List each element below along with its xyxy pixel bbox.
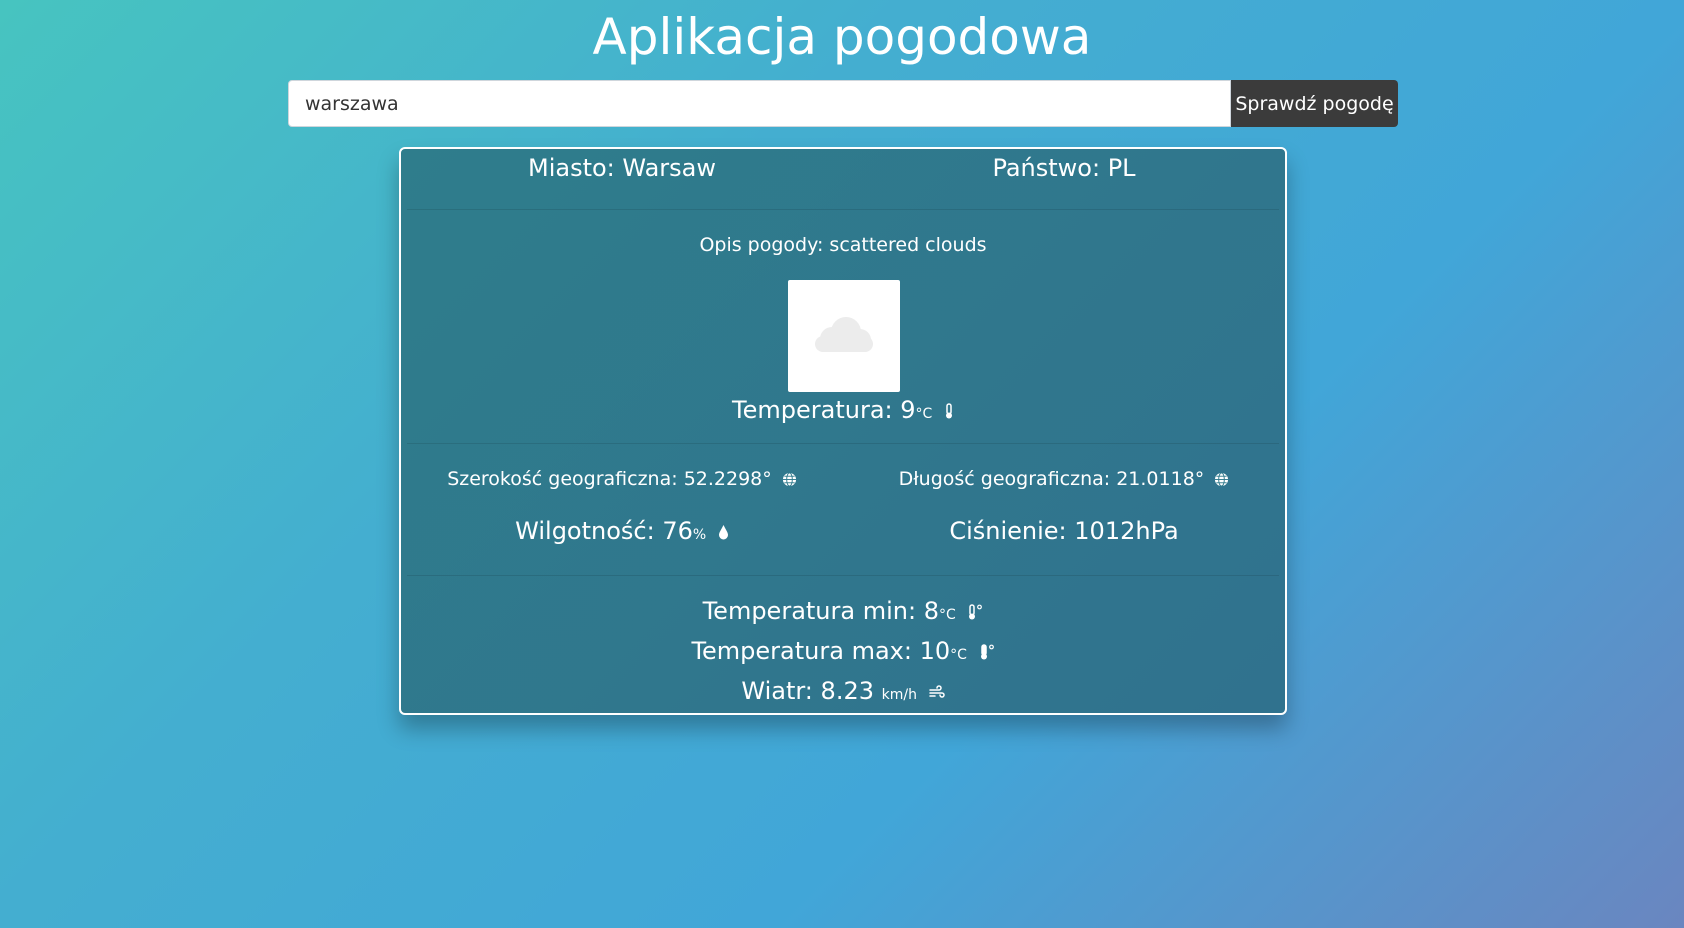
country-label: Państwo: [992,154,1101,182]
temperature-row: Temperatura: 9°C [401,392,1285,432]
temp-max-value: 10 [919,637,951,665]
divider [407,209,1279,210]
city-search-input[interactable] [288,80,1231,127]
city-value: Warsaw [622,154,716,182]
thermometer-high-icon [980,644,994,660]
weather-description: Opis pogody: scattered clouds [401,231,1285,259]
latitude-value: 52.2298° [683,468,772,490]
wind-icon [928,685,945,698]
humidity-unit: % [692,527,707,543]
wind-row: Wiatr: 8.23 km/h [401,673,1285,713]
temp-max-label: Temperatura max: [691,637,912,665]
longitude-value: 21.0118° [1116,468,1205,490]
cloud-icon [815,317,873,352]
search-bar: Sprawdź pogodę [288,80,1398,127]
humidity-value: 76 [662,517,693,545]
city-label: Miasto: [527,154,615,182]
latitude-text: Szerokość geograficzna: 52.2298° [401,465,843,493]
divider [407,575,1279,576]
temp-min-label: Temperatura min: [702,597,917,625]
longitude-label: Długość geograficzna: [898,468,1111,490]
pressure-value: 1012hPa [1074,517,1179,545]
temperature-unit: °C [915,406,933,422]
pressure-label: Ciśnienie: [949,517,1067,545]
city-text: Miasto: Warsaw [401,150,843,186]
humidity-text: Wilgotność: 76% [401,513,843,553]
wind-value: 8.23 [820,677,874,705]
temperature-label: Temperatura: [732,396,893,424]
temp-min-unit: °C [938,607,956,623]
country-text: Państwo: PL [843,150,1285,186]
wind-label: Wiatr: [741,677,813,705]
longitude-text: Długość geograficzna: 21.0118° [843,465,1285,493]
wind-unit: km/h [881,687,917,703]
check-weather-button[interactable]: Sprawdź pogodę [1231,80,1398,127]
weather-card: Miasto: Warsaw Państwo: PL Opis pogody: … [399,147,1287,715]
temp-max-unit: °C [950,647,967,663]
pressure-text: Ciśnienie: 1012hPa [843,513,1285,549]
weather-icon-image [788,280,900,392]
location-row: Miasto: Warsaw Państwo: PL [401,149,1285,209]
divider [407,443,1279,444]
temp-min-value: 8 [923,597,939,625]
latitude-label: Szerokość geograficzna: [447,468,678,490]
description-label: Opis pogody: [699,234,824,256]
thermometer-low-icon [969,604,983,620]
country-value: PL [1107,154,1136,182]
water-drop-icon [718,525,728,540]
page-title: Aplikacja pogodowa [592,8,1092,66]
globe-icon [1215,472,1229,487]
thermometer-icon [945,403,952,419]
globe-icon [782,472,796,487]
description-value: scattered clouds [829,234,987,256]
humidity-label: Wilgotność: [515,517,655,545]
temperature-min-row: Temperatura min: 8°C [401,593,1285,633]
temperature-value: 9 [900,396,916,424]
temperature-max-row: Temperatura max: 10°C [401,633,1285,673]
